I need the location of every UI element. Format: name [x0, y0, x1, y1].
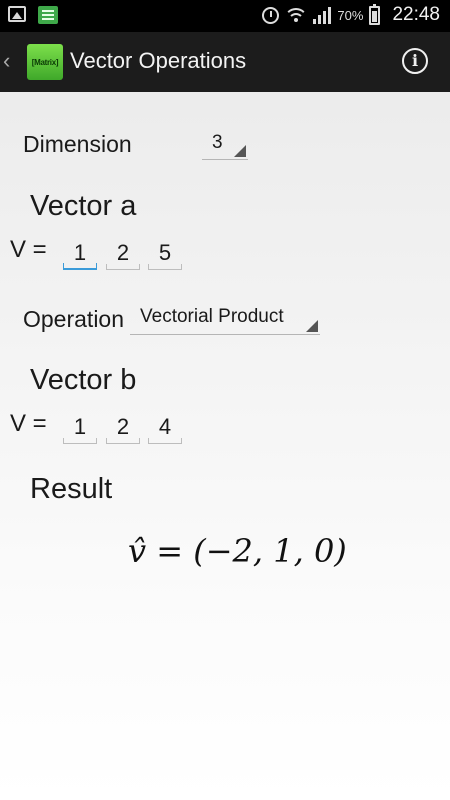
clock: 22:48 — [392, 4, 440, 25]
vector-a-component-2[interactable]: 2 — [106, 238, 140, 270]
operation-spinner[interactable]: Vectorial Product — [130, 303, 320, 335]
info-button[interactable]: i — [402, 48, 428, 74]
battery-percent: 70% — [337, 7, 364, 23]
vector-b-component-3[interactable]: 4 — [148, 412, 182, 444]
action-bar: ‹ [Matrix] Vector Operations i — [0, 32, 450, 92]
vector-a-prefix: V = — [10, 236, 47, 263]
vector-a-component-1[interactable]: 1 — [63, 238, 97, 270]
result-heading: Result — [30, 473, 113, 505]
battery-icon — [369, 3, 381, 25]
vector-a-heading: Vector a — [30, 190, 137, 222]
vector-b-prefix: V = — [10, 410, 47, 437]
alarm-icon — [262, 6, 280, 24]
signal-icon — [313, 6, 332, 24]
vector-a-component-3[interactable]: 5 — [148, 238, 182, 270]
vector-b-component-1[interactable]: 1 — [63, 412, 97, 444]
dropdown-arrow-icon — [306, 320, 318, 332]
status-bar: 70% 22:48 — [0, 0, 450, 32]
dimension-value: 3 — [212, 132, 223, 153]
operation-value: Vectorial Product — [140, 306, 284, 327]
list-icon — [38, 6, 58, 24]
dimension-label: Dimension — [23, 131, 132, 157]
back-chevron-icon[interactable]: ‹ — [3, 50, 10, 72]
dimension-spinner[interactable]: 3 — [202, 130, 248, 160]
app-logo-text: [Matrix] — [31, 57, 59, 67]
dropdown-arrow-icon — [234, 145, 246, 157]
vector-b-heading: Vector b — [30, 364, 137, 396]
page-title: Vector Operations — [70, 48, 247, 73]
result-formula: v̂ = (−2, 1, 0) — [128, 532, 347, 570]
operation-label: Operation — [23, 306, 125, 332]
wifi-icon — [284, 6, 309, 24]
app-logo[interactable]: [Matrix] — [27, 44, 63, 80]
info-icon: i — [411, 51, 419, 70]
vector-b-component-2[interactable]: 2 — [106, 412, 140, 444]
gallery-icon — [8, 6, 26, 22]
